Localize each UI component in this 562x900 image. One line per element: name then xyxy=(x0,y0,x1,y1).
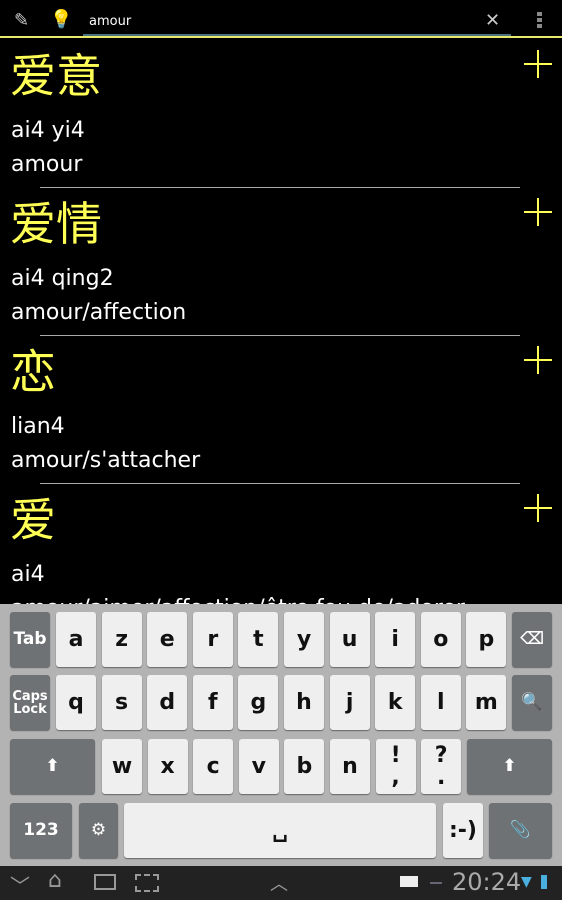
system-bar: ﹀ ⌂ ︿ 20:24 ▼ xyxy=(0,866,562,900)
clock: 20:24 xyxy=(452,868,522,896)
pinyin: ai4 qing2 xyxy=(11,266,114,291)
hanzi: 恋 xyxy=(10,345,56,399)
tab-key[interactable]: Tab xyxy=(10,612,50,667)
key-e[interactable]: e xyxy=(147,612,188,667)
pencil-icon[interactable]: ✎ xyxy=(14,10,29,31)
key-s[interactable]: s xyxy=(101,675,142,730)
back-icon[interactable]: ﹀ xyxy=(10,870,30,899)
key-2[interactable]: x xyxy=(147,739,188,794)
key-u[interactable]: u xyxy=(329,612,370,667)
key-a[interactable]: a xyxy=(56,612,96,667)
action-bar: ✎ 💡 amour ✕ xyxy=(0,0,562,38)
add-icon[interactable] xyxy=(524,346,552,374)
translation: amour/affection xyxy=(11,300,187,325)
overflow-menu-icon[interactable] xyxy=(537,12,542,28)
hanzi: 爱 xyxy=(10,493,56,547)
key-t[interactable]: t xyxy=(238,612,279,667)
key-h[interactable]: h xyxy=(284,675,324,730)
caps-lock-key[interactable]: Caps Lock xyxy=(10,675,50,730)
clipboard-key[interactable]: 📎 xyxy=(489,803,552,858)
hanzi: 爱意 xyxy=(10,49,102,103)
key-6[interactable]: n xyxy=(330,739,370,794)
pinyin: lian4 xyxy=(11,414,65,439)
key-z[interactable]: z xyxy=(101,612,142,667)
clear-icon[interactable]: ✕ xyxy=(485,10,500,31)
key-f[interactable]: f xyxy=(192,675,233,730)
screenshot-icon[interactable] xyxy=(135,874,159,892)
keyboard: Tab a z e r t y u i o p ⌫ Caps Lock q s d f g h j k l m 🔍 ⬆ w x c v b… xyxy=(0,604,562,866)
hanzi: 爱情 xyxy=(10,197,102,251)
search-input[interactable]: amour xyxy=(83,10,511,36)
key-p[interactable]: p xyxy=(466,612,507,667)
key-m[interactable]: m xyxy=(466,675,507,730)
key-5[interactable]: b xyxy=(284,739,325,794)
wifi-icon: ▼ xyxy=(521,874,532,890)
key-l[interactable]: l xyxy=(420,675,461,730)
add-icon[interactable] xyxy=(524,494,552,522)
list-item[interactable]: 恋 lian4 amour/s'attacher xyxy=(0,336,562,484)
shift-left-key[interactable]: ⬆ xyxy=(10,739,95,794)
pinyin: ai4 yi4 xyxy=(11,118,85,143)
smiley-key[interactable]: :-) xyxy=(443,803,483,858)
list-item[interactable]: 爱意 ai4 yi4 amour xyxy=(0,40,562,188)
key-3[interactable]: c xyxy=(193,739,234,794)
add-icon[interactable] xyxy=(524,198,552,226)
list-item[interactable]: 爱情 ai4 qing2 amour/affection xyxy=(0,188,562,336)
chevron-up-icon[interactable]: ︿ xyxy=(270,870,288,896)
dash-icon xyxy=(430,882,442,884)
key-7[interactable]: ! , xyxy=(375,739,416,794)
key-r[interactable]: r xyxy=(192,612,233,667)
battery-icon xyxy=(541,875,547,889)
lightbulb-icon[interactable]: 💡 xyxy=(50,9,72,30)
key-4[interactable]: v xyxy=(238,739,279,794)
settings-key[interactable]: ⚙ xyxy=(79,803,118,858)
shift-right-key[interactable]: ⬆ xyxy=(467,739,552,794)
pinyin: ai4 xyxy=(11,562,45,587)
key-o[interactable]: o xyxy=(420,612,461,667)
key-y[interactable]: y xyxy=(284,612,324,667)
key-g[interactable]: g xyxy=(238,675,279,730)
key-j[interactable]: j xyxy=(329,675,370,730)
key-q[interactable]: q xyxy=(56,675,96,730)
key-1[interactable]: w xyxy=(102,739,142,794)
key-d[interactable]: d xyxy=(147,675,188,730)
add-icon[interactable] xyxy=(524,50,552,78)
backspace-key[interactable]: ⌫ xyxy=(512,612,552,667)
translation: amour/s'attacher xyxy=(11,448,201,473)
key-8[interactable]: ? . xyxy=(421,739,462,794)
key-i[interactable]: i xyxy=(375,612,416,667)
numbers-key[interactable]: 123 xyxy=(10,803,72,858)
translation: amour xyxy=(11,152,83,177)
recent-apps-icon[interactable] xyxy=(94,874,116,890)
key-k[interactable]: k xyxy=(375,675,416,730)
search-key[interactable]: 🔍 xyxy=(512,675,552,730)
keyboard-icon xyxy=(400,876,418,887)
home-icon[interactable]: ⌂ xyxy=(48,868,62,893)
space-key[interactable]: ␣ xyxy=(124,803,436,858)
